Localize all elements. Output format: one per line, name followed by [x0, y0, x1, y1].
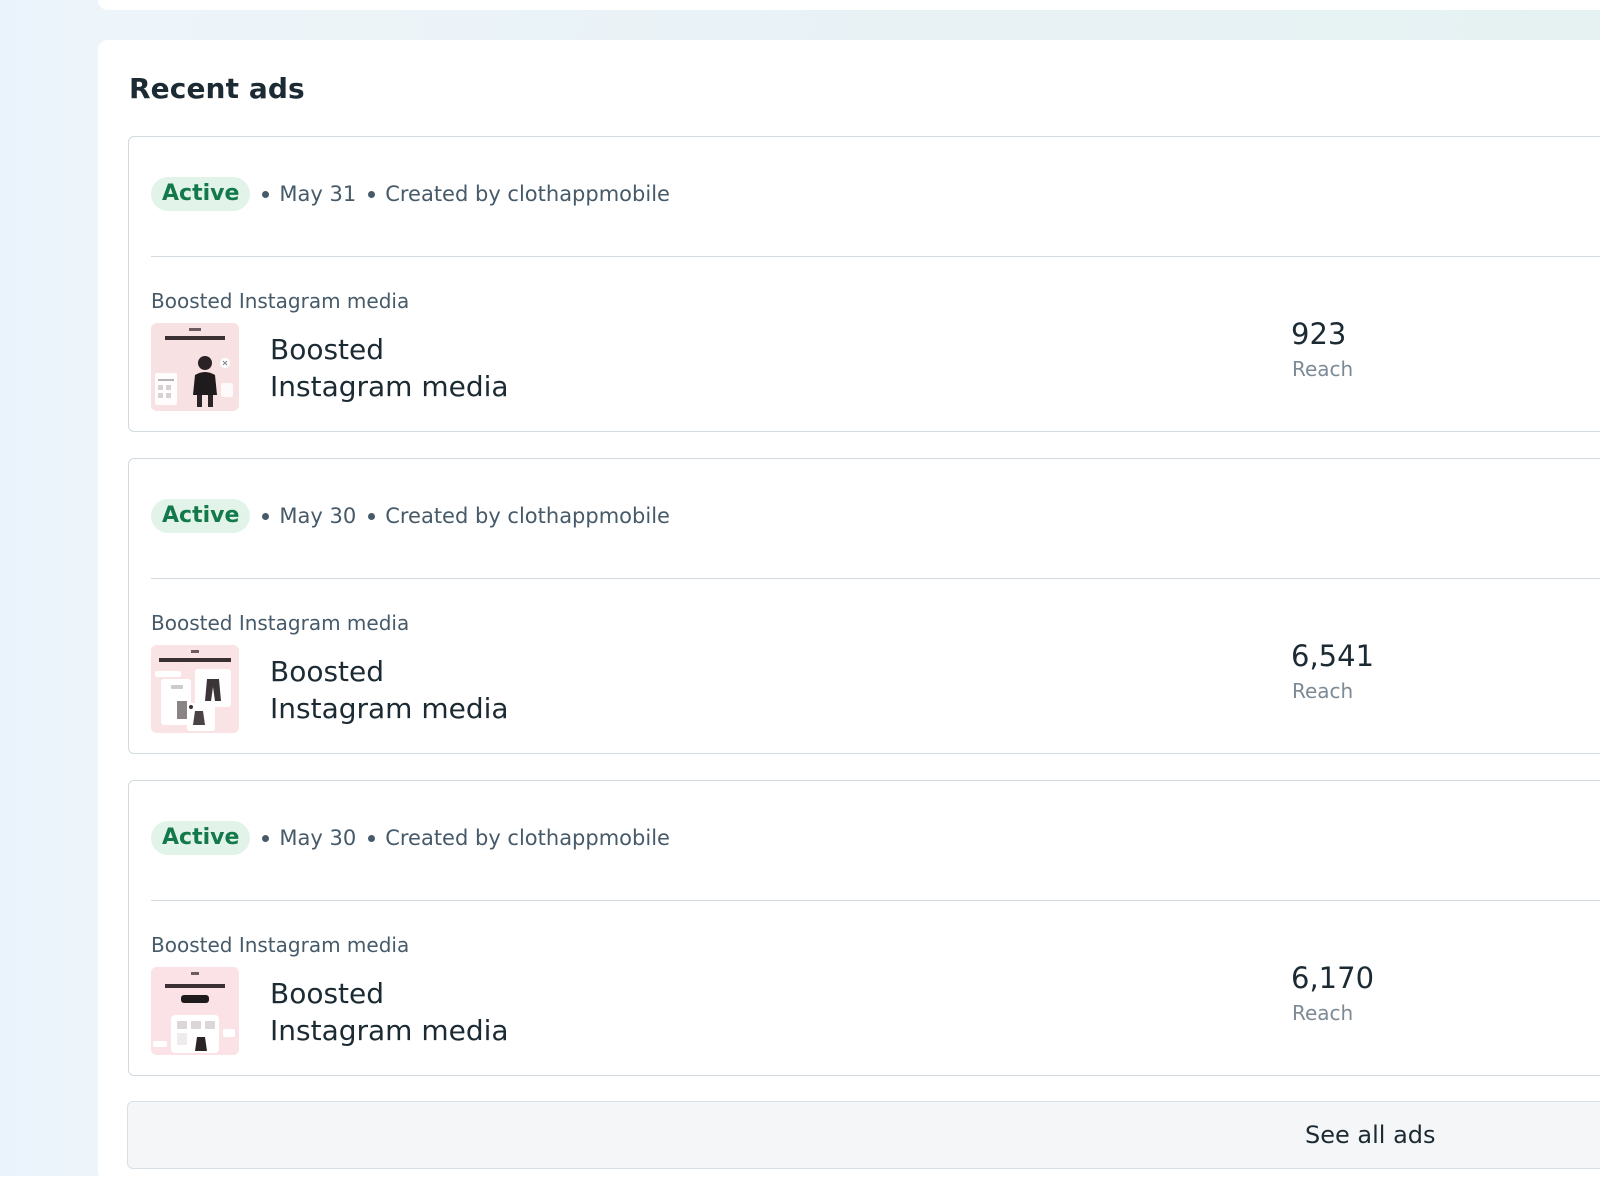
card-divider [151, 578, 1600, 579]
ad-name[interactable]: Boosted Instagram media [270, 975, 570, 1049]
ad-name[interactable]: Boosted Instagram media [270, 331, 570, 405]
ad-name-line: Instagram media [270, 1014, 509, 1047]
ad-card[interactable]: Active May 30 Created by clothappmobile … [128, 780, 1600, 1076]
ad-thumbnail[interactable] [151, 967, 239, 1055]
ad-card[interactable]: Active May 30 Created by clothappmobile … [128, 458, 1600, 754]
ad-name-line: Boosted [270, 333, 385, 366]
ad-creator: Created by clothappmobile [385, 826, 670, 850]
ad-name[interactable]: Boosted Instagram media [270, 653, 570, 727]
reach-value: 6,170 [1291, 961, 1375, 995]
ad-type-label: Boosted Instagram media [151, 933, 410, 957]
ad-type-label: Boosted Instagram media [151, 611, 410, 635]
ad-thumbnail[interactable] [151, 645, 239, 733]
recent-ads-panel: Recent ads Active May 31 Created by clot… [98, 40, 1600, 1181]
see-all-ads-label: See all ads [1305, 1121, 1436, 1149]
reach-label: Reach [1292, 679, 1354, 703]
ad-creator: Created by clothappmobile [385, 504, 670, 528]
ad-date: May 30 [279, 826, 357, 850]
section-title: Recent ads [129, 72, 305, 105]
ad-name-line: Boosted [270, 655, 385, 688]
ad-type-label: Boosted Instagram media [151, 289, 410, 313]
ad-name-line: Boosted [270, 977, 385, 1010]
ad-thumbnail[interactable] [151, 323, 239, 411]
status-badge: Active [151, 177, 251, 211]
separator-dot [368, 190, 376, 198]
ad-name-line: Instagram media [270, 692, 509, 725]
card-divider [151, 256, 1600, 257]
ad-date: May 30 [279, 504, 357, 528]
ad-card[interactable]: Active May 31 Created by clothappmobile … [128, 136, 1600, 432]
ad-card-header: Active May 30 Created by clothappmobile [151, 821, 670, 855]
separator-dot [262, 190, 270, 198]
page-bottom [0, 1176, 1600, 1201]
ad-name-line: Instagram media [270, 370, 509, 403]
virtual-stylist-creative-icon [151, 967, 239, 1055]
top-card [98, 0, 1600, 10]
person-in-tshirt-creative-icon [151, 323, 239, 411]
ad-date: May 31 [279, 182, 357, 206]
separator-dot [368, 834, 376, 842]
ad-card-header: Active May 30 Created by clothappmobile [151, 499, 670, 533]
reach-value: 923 [1291, 317, 1347, 351]
separator-dot [262, 834, 270, 842]
card-divider [151, 900, 1600, 901]
reach-value: 6,541 [1291, 639, 1375, 673]
ad-creator: Created by clothappmobile [385, 182, 670, 206]
separator-dot [368, 512, 376, 520]
see-all-ads-button[interactable]: See all ads [127, 1101, 1600, 1169]
reach-label: Reach [1292, 1001, 1354, 1025]
separator-dot [262, 512, 270, 520]
status-badge: Active [151, 821, 251, 855]
reach-label: Reach [1292, 357, 1354, 381]
status-badge: Active [151, 499, 251, 533]
ad-card-header: Active May 31 Created by clothappmobile [151, 177, 670, 211]
outfit-cards-creative-icon [151, 645, 239, 733]
